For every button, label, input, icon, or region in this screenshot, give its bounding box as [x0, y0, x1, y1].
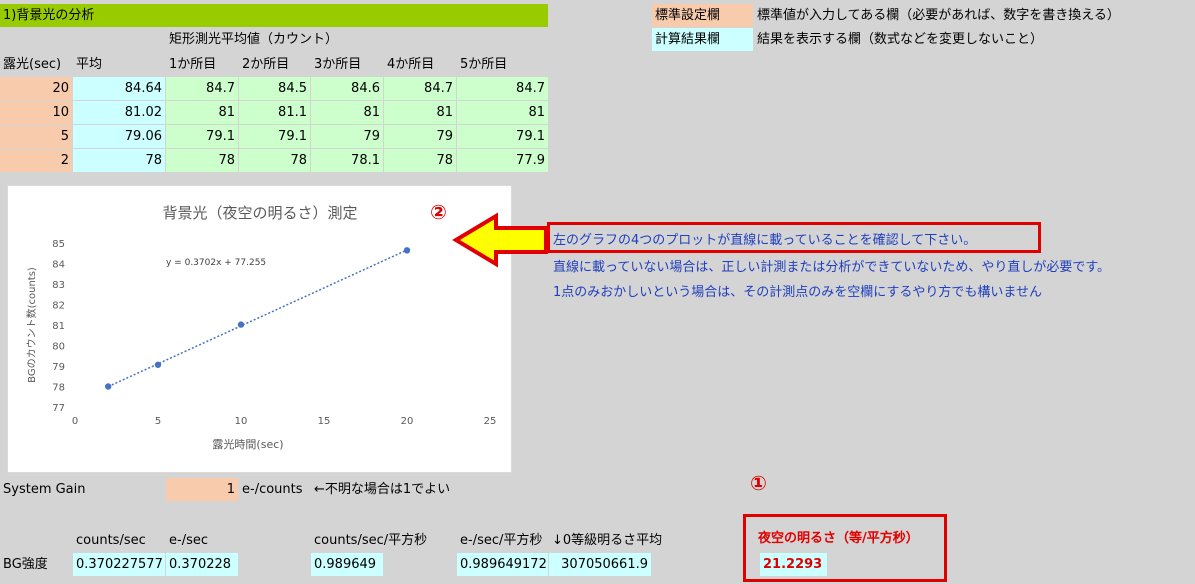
column-header[interactable]: 平均 — [73, 53, 166, 77]
system-gain-value[interactable]: 1 — [166, 478, 239, 502]
average-cell[interactable]: 81.02 — [73, 101, 166, 125]
measurement-cell[interactable]: 84.7 — [384, 77, 457, 101]
note-line-1[interactable]: 左のグラフの4つのプロットが直線に載っていることを確認して下さい。 — [553, 229, 976, 248]
system-gain-unit[interactable]: e-/counts — [239, 478, 311, 502]
y-tick-label: 81 — [52, 321, 65, 332]
note-line-2[interactable]: 直線に載っていない場合は、正しい計測または分析ができていないため、やり直しが必要… — [553, 256, 1110, 275]
column-header[interactable]: 露光(sec) — [0, 53, 73, 77]
system-gain-label[interactable]: System Gain — [0, 478, 166, 502]
measurement-cell[interactable]: 77.9 — [457, 149, 549, 173]
x-tick-label: 15 — [318, 416, 331, 427]
data-point — [237, 321, 245, 328]
measurement-cell[interactable]: 79.1 — [166, 125, 239, 149]
measurement-cell[interactable]: 84.5 — [239, 77, 311, 101]
trendline-equation: y = 0.3702x + 77.255 — [166, 258, 266, 268]
measurement-cell[interactable]: 81 — [311, 101, 384, 125]
measurement-cell[interactable]: 79 — [311, 125, 384, 149]
x-tick-label: 5 — [155, 416, 161, 427]
y-tick-label: 85 — [52, 239, 65, 250]
bg-value-e-sec-area[interactable]: 0.989649172 — [457, 553, 549, 577]
marker-1: ① — [750, 471, 767, 495]
x-tick-label: 10 — [235, 416, 248, 427]
x-tick-label: 20 — [401, 416, 414, 427]
note-line-3[interactable]: 1点のみおかしいという場合は、その計測点のみを空欄にするやり方でも構いません — [553, 281, 1042, 300]
y-tick-label: 83 — [52, 280, 65, 291]
measurement-cell[interactable]: 84.7 — [166, 77, 239, 101]
system-gain-note[interactable]: ←不明な場合は1でよい — [311, 478, 511, 502]
y-tick-label: 80 — [52, 342, 65, 353]
measurement-cell[interactable]: 79.1 — [457, 125, 549, 149]
measurement-cell[interactable]: 84.6 — [311, 77, 384, 101]
bg-label[interactable]: BG強度 — [0, 553, 73, 577]
section-title[interactable]: 1)背景光の分析 — [0, 4, 549, 28]
exposure-cell[interactable]: 2 — [0, 149, 73, 173]
measurement-cell[interactable]: 78 — [239, 149, 311, 173]
column-header[interactable]: 4か所目 — [384, 53, 457, 77]
y-tick-label: 77 — [52, 403, 65, 414]
y-tick-label: 84 — [52, 260, 65, 271]
column-header[interactable]: 3か所目 — [311, 53, 384, 77]
trendline — [107, 249, 408, 388]
bg-header-e-sec[interactable]: e-/sec — [166, 529, 239, 553]
measurement-cell[interactable]: 81 — [384, 101, 457, 125]
measurement-cell[interactable]: 81.1 — [239, 101, 311, 125]
exposure-cell[interactable]: 20 — [0, 77, 73, 101]
column-header[interactable]: 5か所目 — [457, 53, 549, 77]
measurement-cell[interactable]: 81 — [166, 101, 239, 125]
sky-brightness-label[interactable]: 夜空の明るさ（等/平方秒） — [755, 527, 943, 551]
bg-header-counts-sec-area[interactable]: counts/sec/平方秒 — [311, 529, 457, 553]
arrow-left-icon — [452, 212, 548, 268]
measurement-cell[interactable]: 79.1 — [239, 125, 311, 149]
data-point — [403, 247, 411, 254]
exposure-cell[interactable]: 10 — [0, 101, 73, 125]
bg-value-e-sec[interactable]: 0.370228 — [166, 553, 239, 577]
legend-standard-description[interactable]: 標準値が入力してある欄（必要があれば、数字を書き換える） — [754, 4, 1195, 28]
x-tick-label: 0 — [72, 416, 78, 427]
y-tick-label: 79 — [52, 362, 65, 373]
average-cell[interactable]: 84.64 — [73, 77, 166, 101]
bg-header-e-sec-area[interactable]: e-/sec/平方秒 — [457, 529, 549, 553]
scatter-chart: 背景光（夜空の明るさ）測定 77 78 79 80 81 82 83 84 85 0 5 10 15 20 2… — [25, 204, 497, 451]
y-tick-label: 82 — [52, 301, 65, 312]
legend-standard-cell[interactable]: 標準設定欄 — [652, 4, 754, 28]
column-header[interactable]: 1か所目 — [166, 53, 239, 77]
measurement-cell[interactable]: 78.1 — [311, 149, 384, 173]
bg-value-counts-sec-area[interactable]: 0.989649 — [311, 553, 384, 577]
y-tick-label: 78 — [52, 383, 65, 394]
exposure-cell[interactable]: 5 — [0, 125, 73, 149]
bg-header-mag0-label: 0等級明るさ平均 — [562, 533, 663, 548]
marker-2: ② — [430, 200, 447, 224]
x-axis-label: 露光時間(sec) — [212, 437, 283, 451]
x-tick-label: 25 — [484, 416, 497, 427]
sky-brightness-value[interactable]: 21.2293 — [760, 553, 828, 577]
bg-header-mag0[interactable]: ↓0等級明るさ平均 — [549, 529, 689, 553]
legend-calc-description[interactable]: 結果を表示する欄（数式などを変更しないこと） — [754, 28, 1195, 52]
bg-header-counts-sec[interactable]: counts/sec — [73, 529, 166, 553]
measurement-cell[interactable]: 81 — [457, 101, 549, 125]
down-arrow-icon: ↓ — [552, 533, 563, 548]
data-point — [105, 383, 112, 390]
legend-calc-cell[interactable]: 計算結果欄 — [652, 28, 754, 52]
group-header[interactable]: 矩形測光平均値（カウント） — [166, 28, 466, 52]
bg-value-mag0[interactable]: 307050661.9 — [549, 553, 652, 577]
measurement-cell[interactable]: 78 — [384, 149, 457, 173]
average-cell[interactable]: 78 — [73, 149, 166, 173]
column-header[interactable]: 2か所目 — [239, 53, 311, 77]
measurement-cell[interactable]: 78 — [166, 149, 239, 173]
bg-value-counts-sec[interactable]: 0.370227577 — [73, 553, 166, 577]
measurement-cell[interactable]: 79 — [384, 125, 457, 149]
average-cell[interactable]: 79.06 — [73, 125, 166, 149]
chart-panel[interactable]: 背景光（夜空の明るさ）測定 77 78 79 80 81 82 83 84 85 0 5 10 15 20 2… — [7, 185, 512, 473]
measurement-cell[interactable]: 84.7 — [457, 77, 549, 101]
y-axis-label: BGのカウント数(counts) — [25, 267, 38, 383]
chart-title: 背景光（夜空の明るさ）測定 — [162, 204, 357, 222]
data-point — [154, 361, 162, 368]
